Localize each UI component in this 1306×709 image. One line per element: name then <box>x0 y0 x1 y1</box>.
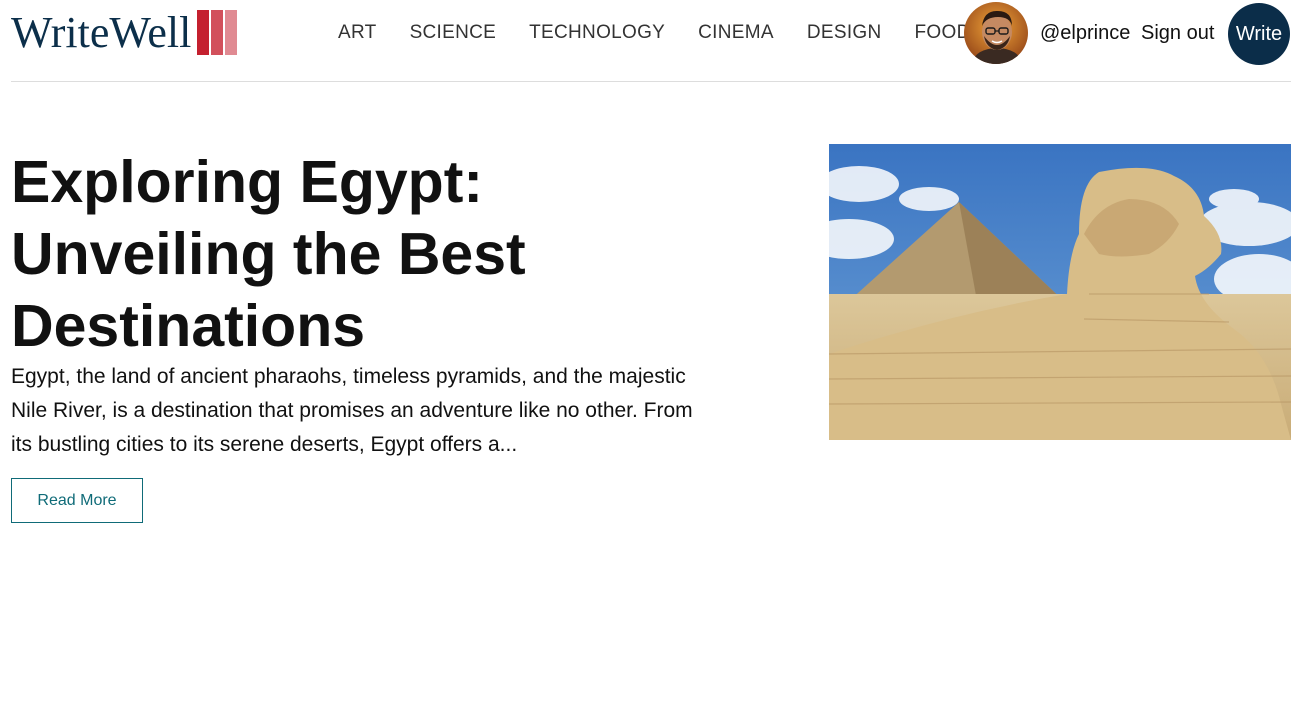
pyramid-sphinx-photo-icon <box>829 144 1291 440</box>
username[interactable]: @elprince <box>1040 22 1130 45</box>
nav-item-science[interactable]: SCIENCE <box>410 22 497 44</box>
nav-item-cinema[interactable]: CINEMA <box>698 22 774 44</box>
nav-item-art[interactable]: ART <box>338 22 377 44</box>
user-avatar-icon <box>964 2 1028 64</box>
logo-text: WriteWell <box>11 7 192 57</box>
nav-item-technology[interactable]: TECHNOLOGY <box>529 22 665 44</box>
read-more-button[interactable]: Read More <box>11 478 143 523</box>
sign-out-button[interactable]: Sign out <box>1141 22 1214 45</box>
post-image[interactable] <box>829 144 1291 440</box>
site-header: WriteWell ART SCIENCE TECHNOLOGY CINEMA … <box>11 0 1291 82</box>
post-excerpt: Egypt, the land of ancient pharaohs, tim… <box>11 365 693 456</box>
write-button[interactable]: Write <box>1228 3 1290 65</box>
site-logo[interactable]: WriteWell <box>11 4 238 60</box>
post-title[interactable]: Exploring Egypt: Unveiling the Best Dest… <box>11 146 711 362</box>
category-nav: ART SCIENCE TECHNOLOGY CINEMA DESIGN FOO… <box>338 22 1004 44</box>
nav-item-design[interactable]: DESIGN <box>807 22 882 44</box>
nav-item-food[interactable]: FOOD <box>915 22 971 44</box>
avatar[interactable] <box>964 2 1028 64</box>
logo-bars-icon <box>197 9 238 55</box>
